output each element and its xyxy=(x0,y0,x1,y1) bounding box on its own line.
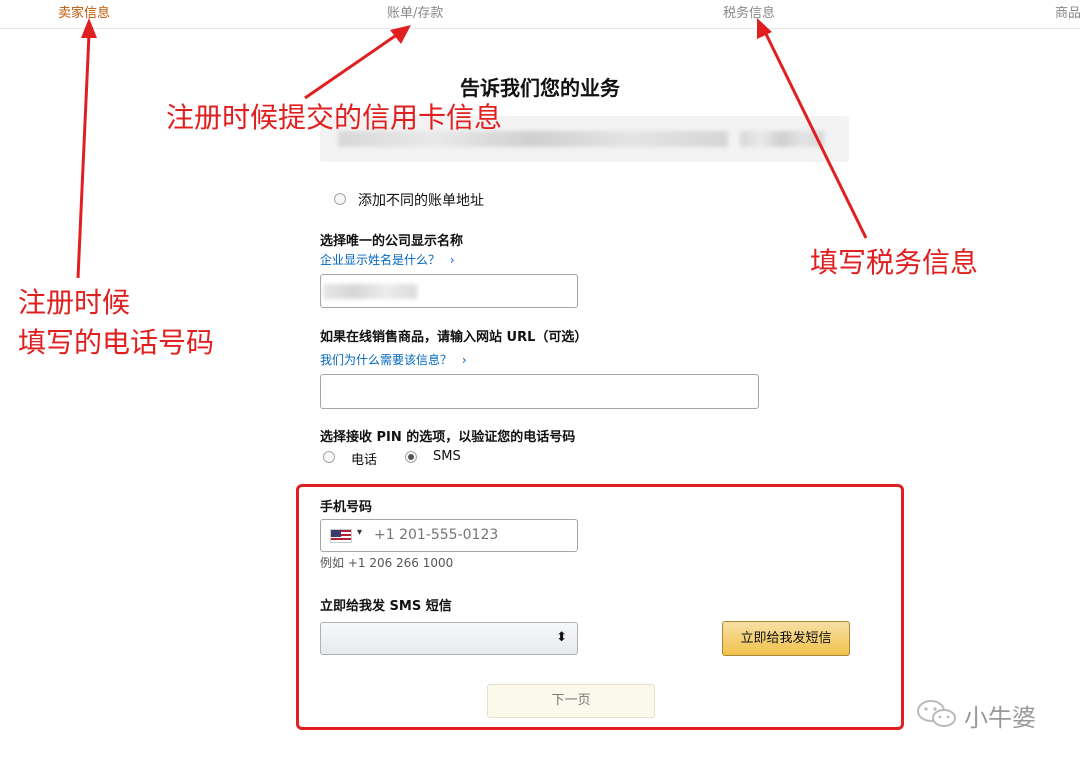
annotation-tax: 填写税务信息 xyxy=(810,246,979,279)
arrow-to-seller-info xyxy=(76,33,91,279)
watermark-text: 小牛婆 xyxy=(964,704,1036,732)
annotation-credit-card: 注册时候提交的信用卡信息 xyxy=(166,101,503,134)
annotation-phone-line2: 填写的电话号码 xyxy=(18,326,215,359)
arrowhead-tax xyxy=(757,18,772,39)
annotation-arrows xyxy=(76,18,868,279)
arrow-to-tax xyxy=(764,33,868,239)
arrow-to-billing xyxy=(304,32,399,100)
arrowhead-seller-info xyxy=(81,18,97,38)
annotation-phone-line1: 注册时候 xyxy=(18,286,131,319)
wechat-icon xyxy=(917,700,956,727)
arrowhead-billing xyxy=(390,25,411,44)
